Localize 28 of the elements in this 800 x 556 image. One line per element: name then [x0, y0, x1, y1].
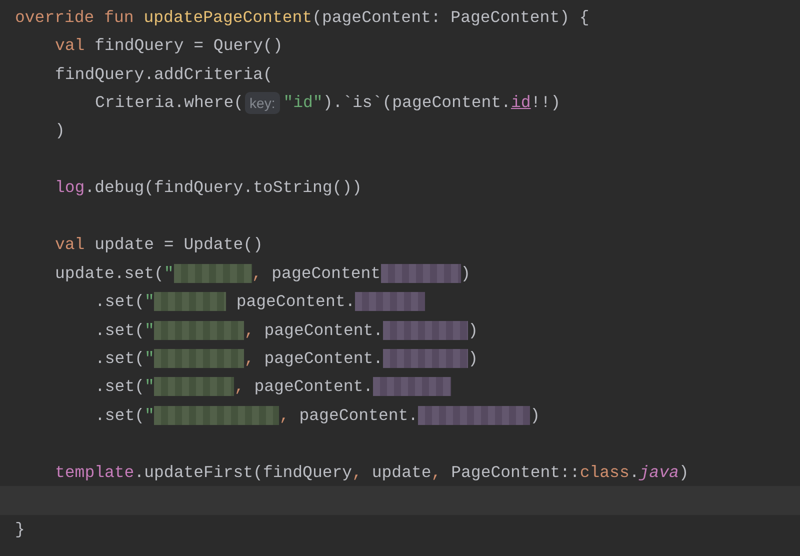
code-text: pageContent. [235, 292, 356, 312]
redacted-text-block [355, 292, 426, 312]
code-text: ) [460, 264, 470, 283]
code-text: , pageContent. [234, 377, 374, 396]
code-text: findQuery.addCriteria( [55, 64, 273, 84]
code-text: ) [55, 121, 65, 140]
code-text: ) [468, 320, 478, 340]
code-text: ) [530, 406, 540, 425]
code-text: override fun updatePageContent(pageContent: PageContent) { [15, 8, 590, 27]
code-text: val update = Update() [55, 235, 263, 254]
code-text: update.set(" [55, 264, 174, 283]
code-text: log.debug(findQuery.toString()) [55, 178, 362, 198]
code-text: "id").`is`(pageContent.id!!) [283, 93, 560, 112]
code-text: , pageContent. [244, 348, 384, 368]
code-text: .set(" [95, 406, 154, 425]
code-text: .set(" [95, 320, 154, 340]
code-text: template.updateFirst(findQuery, update, PageContent::class.java) [55, 462, 689, 482]
code-text: ) [468, 348, 478, 368]
code-text: .set(" [95, 292, 154, 312]
code-text: Criteria.where( [95, 93, 244, 112]
code-text: .set(" [95, 377, 154, 396]
code-text: , pageContent. [244, 320, 384, 340]
code-text: .set(" [95, 348, 154, 368]
parameter-hint: key: [244, 92, 280, 114]
code-text: } [15, 520, 25, 539]
code-text: , pageContent [252, 264, 381, 283]
code-text: , pageContent. [279, 406, 418, 425]
code-text: val findQuery = Query() [55, 36, 283, 56]
